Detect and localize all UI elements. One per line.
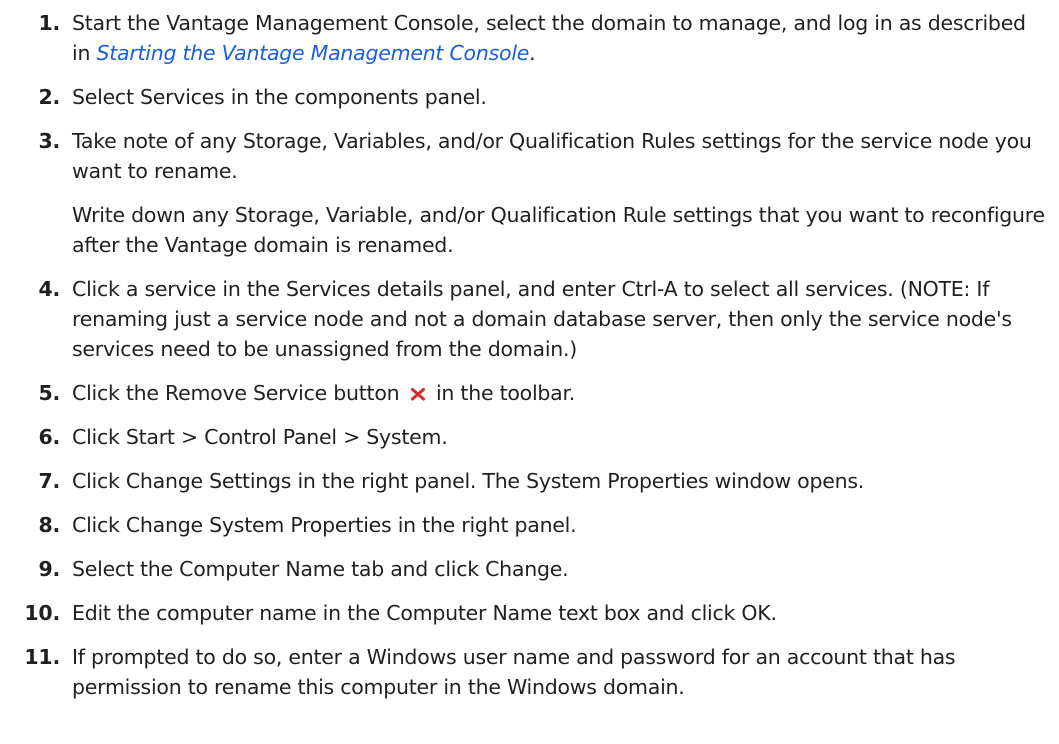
step-text-end: . — [529, 41, 536, 65]
step-number: 4. — [38, 277, 60, 301]
step-text: Click a service in the Services details … — [72, 277, 1012, 361]
step-1: 1. Start the Vantage Management Console,… — [0, 8, 1059, 68]
step-number: 8. — [38, 513, 60, 537]
step-2: 2. Select Services in the components pan… — [0, 82, 1059, 112]
step-5: 5. Click the Remove Service button in th… — [0, 378, 1059, 408]
step-number: 10. — [24, 601, 60, 625]
step-text: Edit the computer name in the Computer N… — [72, 601, 777, 625]
step-text: Click Change Settings in the right panel… — [72, 469, 865, 493]
step-number: 9. — [38, 557, 60, 581]
step-number: 11. — [24, 645, 60, 669]
step-7: 7. Click Change Settings in the right pa… — [0, 466, 1059, 496]
step-3-note: Write down any Storage, Variable, and/or… — [72, 203, 1045, 257]
step-8: 8. Click Change System Properties in the… — [0, 510, 1059, 540]
step-number: 1. — [38, 11, 60, 35]
cross-reference-link[interactable]: Starting the Vantage Management Console — [96, 41, 529, 65]
step-9: 9. Select the Computer Name tab and clic… — [0, 554, 1059, 584]
step-text: If prompted to do so, enter a Windows us… — [72, 645, 956, 699]
step-number: 6. — [38, 425, 60, 449]
step-10: 10. Edit the computer name in the Comput… — [0, 598, 1059, 628]
step-text: Select Services in the components panel. — [72, 85, 487, 109]
procedure-page: 1. Start the Vantage Management Console,… — [0, 0, 1059, 744]
step-3: 3. Take note of any Storage, Variables, … — [0, 126, 1059, 186]
step-text: Take note of any Storage, Variables, and… — [72, 129, 1032, 183]
step-text: Click Start > Control Panel > System. — [72, 425, 448, 449]
step-text-end: in the toolbar. — [435, 381, 576, 405]
step-text: Select the Computer Name tab and click C… — [72, 557, 569, 581]
step-text: Click the Remove Service button — [72, 381, 400, 405]
step-11: 11. If prompted to do so, enter a Window… — [0, 642, 1059, 702]
step-number: 5. — [38, 381, 60, 405]
step-6: 6. Click Start > Control Panel > System. — [0, 422, 1059, 452]
step-number: 3. — [38, 129, 60, 153]
step-number: 2. — [38, 85, 60, 109]
step-text: Click Change System Properties in the ri… — [72, 513, 577, 537]
remove-x-icon — [410, 388, 425, 401]
step-number: 7. — [38, 469, 60, 493]
step-4: 4. Click a service in the Services detai… — [0, 274, 1059, 364]
